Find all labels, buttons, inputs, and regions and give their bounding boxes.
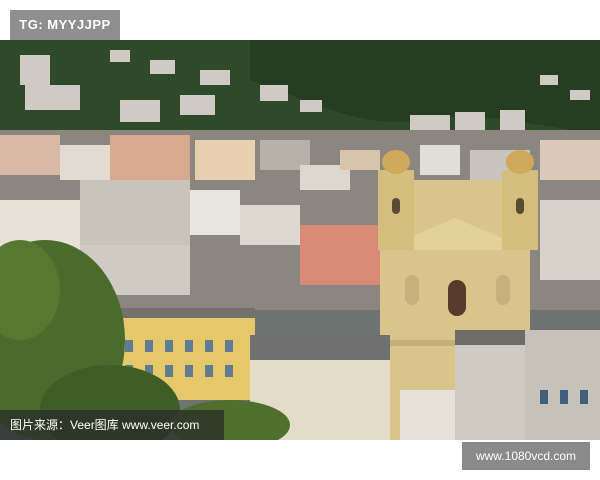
photo-credit-caption: 图片来源：Veer图库 www.veer.com — [0, 410, 224, 440]
site-watermark: www.1080vcd.com — [462, 442, 590, 470]
photo-town-hillside — [0, 40, 600, 440]
id-tag: TG: MYYJJPP — [10, 10, 120, 40]
photo-illustration — [0, 40, 600, 440]
